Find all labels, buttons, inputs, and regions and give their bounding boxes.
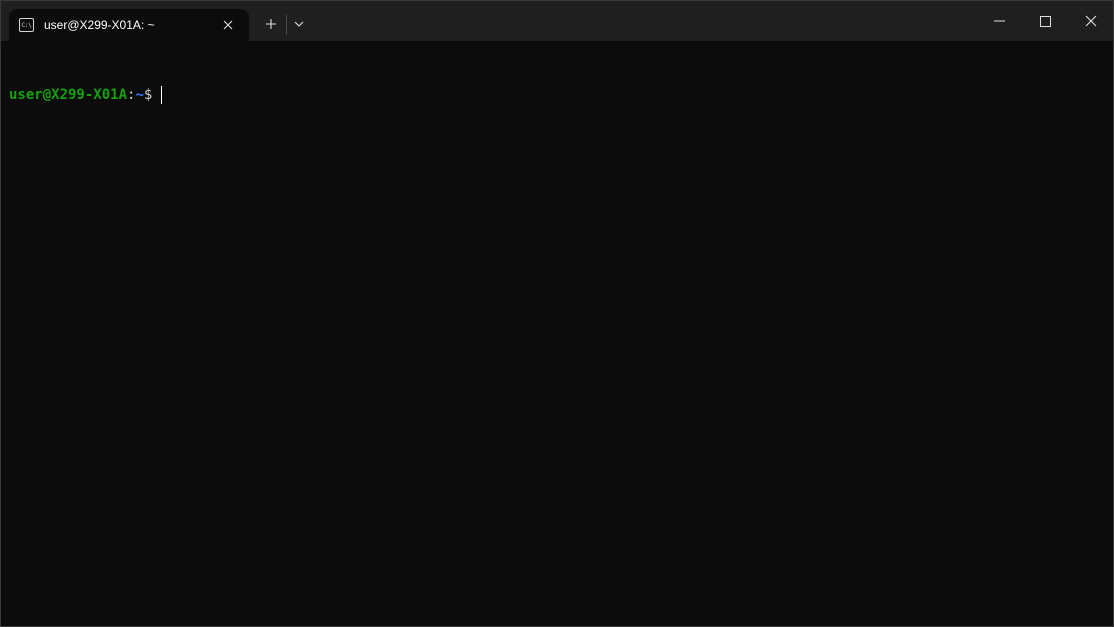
plus-icon — [266, 19, 276, 29]
minimize-button[interactable] — [976, 1, 1022, 41]
prompt-user-host: user@X299-X01A — [9, 87, 128, 103]
close-icon — [223, 20, 233, 30]
prompt-colon: : — [127, 87, 136, 103]
tab-dropdown-button[interactable] — [287, 11, 311, 37]
tab-title: user@X299-X01A: ~ — [44, 18, 155, 32]
maximize-button[interactable] — [1022, 1, 1068, 41]
terminal-icon-glyph: C:\ — [21, 21, 32, 29]
prompt-line: user@X299-X01A: ~ $ — [9, 86, 1113, 104]
new-tab-button[interactable] — [257, 11, 285, 37]
prompt-path: ~ — [135, 87, 144, 103]
maximize-icon — [1039, 15, 1051, 27]
tab-active[interactable]: C:\ user@X299-X01A: ~ — [9, 9, 249, 41]
chevron-down-icon — [294, 21, 304, 27]
close-icon — [1085, 15, 1097, 27]
window-close-button[interactable] — [1068, 1, 1113, 41]
terminal-icon: C:\ — [19, 18, 34, 32]
terminal-window: C:\ user@X299-X01A: ~ user@X299-X01A: ~… — [0, 0, 1114, 627]
terminal-output[interactable]: user@X299-X01A: ~ $ — [1, 41, 1113, 626]
text-cursor — [161, 86, 163, 104]
tab-close-button[interactable] — [218, 15, 238, 35]
minimize-icon — [993, 20, 1005, 22]
title-bar[interactable]: C:\ user@X299-X01A: ~ — [1, 1, 1113, 41]
prompt-symbol: $ — [143, 87, 153, 103]
